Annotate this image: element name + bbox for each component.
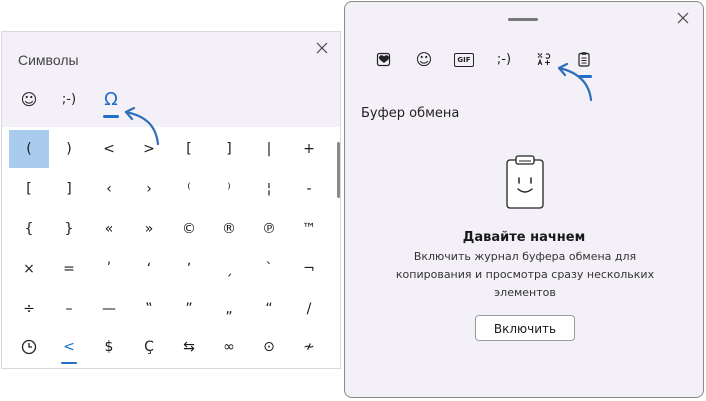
symbol-cell[interactable]: —	[89, 290, 129, 328]
close-icon	[316, 42, 328, 54]
close-button[interactable]	[312, 38, 332, 58]
symbol-cell[interactable]: „	[209, 290, 249, 328]
category-currency[interactable]: $	[89, 328, 129, 366]
symbol-cell[interactable]: ˋ	[249, 250, 289, 288]
tab-kaomoji-label: ;-)	[61, 92, 77, 107]
category-math[interactable]: ∞	[209, 328, 249, 366]
symbol-cell[interactable]: |	[249, 130, 289, 168]
symbol-cell[interactable]: +	[289, 130, 329, 168]
close-icon	[677, 12, 689, 24]
category-punctuation-label: <	[63, 339, 75, 355]
symbol-cell[interactable]: [	[169, 130, 209, 168]
symbol-cell[interactable]: ʻ	[129, 250, 169, 288]
panel-title: Символы	[18, 52, 79, 68]
symbol-cell[interactable]: »	[129, 210, 169, 248]
category-geometric[interactable]: ⊙	[249, 328, 289, 366]
symbol-cell[interactable]: ʹ	[89, 250, 129, 288]
category-arrows[interactable]: ⇆	[169, 328, 209, 366]
category-active-indicator	[61, 362, 77, 364]
close-button[interactable]	[673, 8, 693, 28]
clipboard-panel: ☺ GIF ;-) Буфер обмена Давайте начнем Вк…	[344, 1, 704, 398]
symbols-panel-header	[2, 32, 340, 127]
symbol-cell[interactable]: ‹	[89, 170, 129, 208]
section-title: Буфер обмена	[361, 106, 460, 121]
symbol-cell[interactable]: ›	[129, 170, 169, 208]
symbol-cell[interactable]: ¦	[249, 170, 289, 208]
symbol-cell[interactable]: }	[49, 210, 89, 248]
symbol-cell[interactable]: ˏ	[209, 250, 249, 288]
symbol-cell[interactable]: {	[9, 210, 49, 248]
tab-kaomoji[interactable]: ;-)	[489, 46, 519, 78]
pointer-arrow	[124, 106, 160, 146]
symbol-cell[interactable]: ”	[169, 290, 209, 328]
tab-gif[interactable]: GIF	[449, 46, 479, 78]
symbol-cell[interactable]: ʼ	[169, 250, 209, 288]
pointer-arrow	[557, 62, 593, 102]
symbol-cell[interactable]: –	[49, 290, 89, 328]
symbol-cell[interactable]: ℗	[249, 210, 289, 248]
symbol-cell[interactable]: ⁾	[209, 170, 249, 208]
enable-clipboard-button[interactable]: Включить	[475, 315, 575, 341]
symbol-cell[interactable]: (	[9, 130, 49, 168]
symbol-cell[interactable]: ®	[209, 210, 249, 248]
symbol-grid: ( ) < > [ ] | + [ ] ‹ › ⁽ ⁾ ¦ - { } « » …	[9, 130, 329, 370]
category-other[interactable]: ≁	[289, 328, 329, 366]
symbol-cell[interactable]: [	[9, 170, 49, 208]
smile-icon: ☺	[415, 50, 433, 69]
category-recent[interactable]	[9, 328, 49, 366]
scrollbar[interactable]	[337, 142, 340, 198]
tab-kaomoji[interactable]: ;-)	[54, 88, 84, 120]
symbol-cell[interactable]: ÷	[9, 290, 49, 328]
symbol-cell[interactable]: ]	[209, 130, 249, 168]
omega-icon: Ω	[104, 89, 118, 110]
symbol-cell[interactable]: ©	[169, 210, 209, 248]
category-punctuation[interactable]: <	[49, 328, 89, 366]
symbol-cell[interactable]: -	[289, 170, 329, 208]
drag-handle[interactable]	[508, 18, 538, 21]
symbol-cell[interactable]: ‟	[129, 290, 169, 328]
tab-recent[interactable]	[369, 46, 399, 78]
tab-active-indicator	[103, 115, 119, 118]
symbol-cell[interactable]: ⁽	[169, 170, 209, 208]
clock-icon	[21, 339, 37, 355]
symbol-cell[interactable]: ]	[49, 170, 89, 208]
heart-square-icon	[376, 52, 391, 67]
category-latin[interactable]: Ç	[129, 328, 169, 366]
symbol-cell[interactable]: “	[249, 290, 289, 328]
empty-state-title: Давайте начнем	[462, 230, 586, 245]
symbol-cell[interactable]: )	[49, 130, 89, 168]
symbol-cell[interactable]: ×	[9, 250, 49, 288]
symbols-icon	[537, 53, 551, 66]
symbols-panel: Символы ☺ ;-) Ω ( ) < > [ ] | + [ ] ‹ › …	[1, 31, 341, 369]
symbol-cell[interactable]: =	[49, 250, 89, 288]
smile-icon: ☺	[20, 90, 38, 109]
symbol-cell[interactable]: /	[289, 290, 329, 328]
empty-state-description: Включить журнал буфера обмена для копиро…	[395, 250, 655, 299]
tab-emoji[interactable]: ☺	[409, 46, 439, 78]
gif-icon: GIF	[454, 53, 474, 67]
tab-emoji[interactable]: ☺	[14, 88, 44, 120]
symbol-cell[interactable]: ¬	[289, 250, 329, 288]
clipboard-illustration	[506, 155, 544, 209]
tab-kaomoji-label: ;-)	[496, 52, 512, 67]
symbol-cell[interactable]: ™	[289, 210, 329, 248]
symbol-cell[interactable]: «	[89, 210, 129, 248]
